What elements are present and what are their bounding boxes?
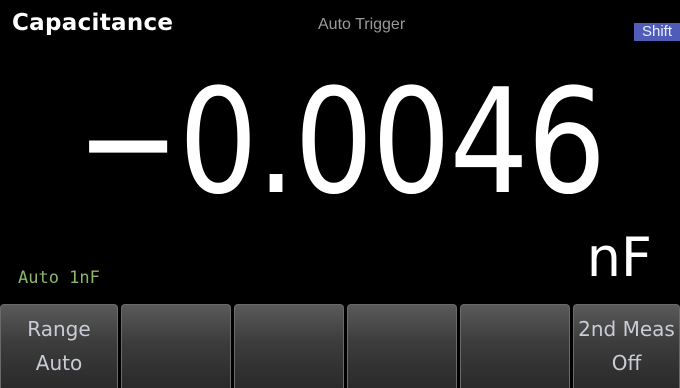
softkey-2[interactable] <box>121 304 231 388</box>
softkey-label: 2nd Meas <box>578 317 675 341</box>
softkey-range[interactable]: Range Auto <box>0 304 118 388</box>
measurement-reading: −0.0046 <box>75 58 606 227</box>
shift-indicator: Shift <box>634 23 680 41</box>
range-status: Auto 1nF <box>18 268 100 288</box>
softkey-3[interactable] <box>234 304 344 388</box>
softkey-5[interactable] <box>460 304 570 388</box>
softkey-4[interactable] <box>347 304 457 388</box>
softkey-2nd-meas[interactable]: 2nd Meas Off <box>573 304 680 388</box>
meter-display: Capacitance Auto Trigger Shift −0.0046 n… <box>0 0 680 388</box>
measurement-unit: nF <box>586 226 652 289</box>
softkey-value: Auto <box>35 351 83 375</box>
softkey-bar: Range Auto 2nd Meas Off <box>0 304 680 388</box>
function-title: Capacitance <box>12 10 174 36</box>
trigger-status: Auto Trigger <box>318 16 406 33</box>
softkey-value: Off <box>611 351 642 375</box>
softkey-label: Range <box>27 317 91 341</box>
